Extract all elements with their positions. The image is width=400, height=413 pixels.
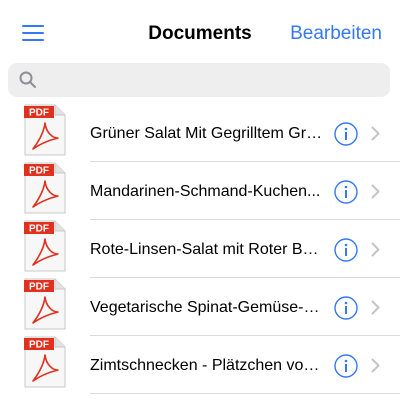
document-row[interactable]: PDF Vegetarische Spinat-Gemüse-L...	[0, 278, 400, 336]
document-row[interactable]: PDF Rote-Linsen-Salat mit Roter Bet...	[0, 220, 400, 278]
pdf-badge-label: PDF	[29, 108, 49, 119]
pdf-file-icon: PDF	[24, 104, 66, 156]
info-icon[interactable]	[334, 180, 358, 204]
chevron-right-icon	[371, 126, 380, 141]
pdf-file-icon: PDF	[24, 336, 66, 388]
pdf-file-icon: PDF	[24, 162, 66, 214]
info-icon[interactable]	[334, 122, 358, 146]
chevron-right-icon	[371, 242, 380, 257]
pdf-badge-label: PDF	[29, 166, 49, 177]
pdf-badge-label: PDF	[29, 340, 49, 351]
info-icon[interactable]	[334, 354, 358, 378]
document-title: Grüner Salat Mit Gegrilltem Grü...	[90, 125, 323, 142]
search-icon	[19, 71, 36, 88]
info-icon[interactable]	[334, 238, 358, 262]
edit-button[interactable]: Bearbeiten	[290, 23, 382, 45]
chevron-right-icon	[371, 300, 380, 315]
pdf-file-icon: PDF	[24, 278, 66, 330]
document-title: Mandarinen-Schmand-Kuchen...	[90, 183, 321, 200]
document-list: PDF Grüner Salat Mit Gegrilltem Grü... P…	[0, 104, 400, 394]
document-title: Zimtschnecken - Plätzchen von...	[90, 357, 323, 374]
document-row[interactable]: PDF Zimtschnecken - Plätzchen von...	[0, 336, 400, 394]
document-row[interactable]: PDF Mandarinen-Schmand-Kuchen...	[0, 162, 400, 220]
pdf-badge-label: PDF	[29, 224, 49, 235]
document-title: Vegetarische Spinat-Gemüse-L...	[90, 299, 323, 316]
document-title: Rote-Linsen-Salat mit Roter Bet...	[90, 241, 323, 258]
chevron-right-icon	[371, 358, 380, 373]
info-icon[interactable]	[334, 296, 358, 320]
pdf-file-icon: PDF	[24, 220, 66, 272]
chevron-right-icon	[371, 184, 380, 199]
document-row[interactable]: PDF Grüner Salat Mit Gegrilltem Grü...	[0, 104, 400, 162]
search-input[interactable]	[44, 63, 378, 99]
search-bar[interactable]	[8, 63, 390, 99]
navigation-bar: Documents Bearbeiten	[0, 0, 400, 62]
pdf-badge-label: PDF	[29, 282, 49, 293]
menu-icon[interactable]	[22, 25, 44, 42]
row-separator	[90, 393, 400, 394]
